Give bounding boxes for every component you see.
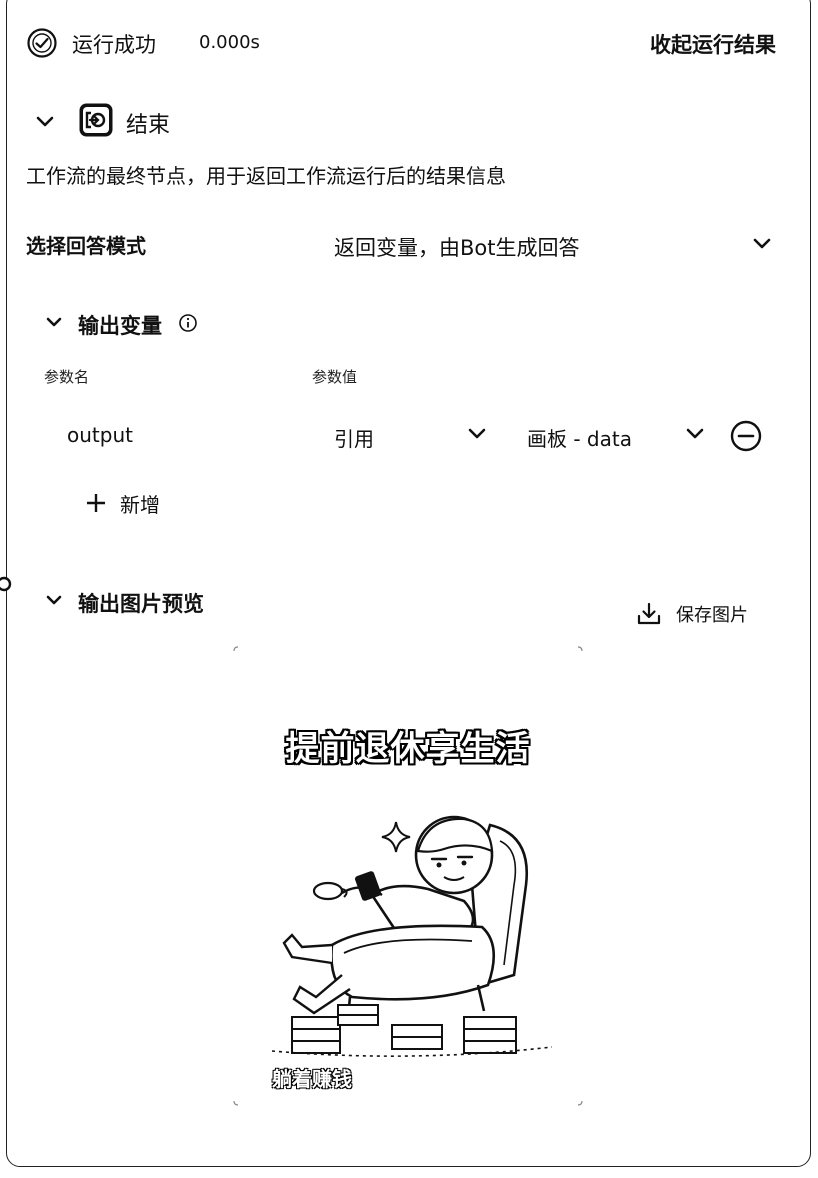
ref-type-chevron-icon[interactable]	[465, 423, 489, 445]
download-icon[interactable]	[636, 601, 662, 627]
success-check-icon	[27, 28, 57, 58]
col-header-name: 参数名	[44, 368, 90, 386]
param-name-input[interactable]: output	[67, 423, 133, 447]
col-header-value: 参数值	[312, 368, 358, 386]
end-node-icon	[79, 103, 113, 137]
node-description: 工作流的最终节点，用于返回工作流运行后的结果信息	[26, 164, 506, 188]
answer-mode-label: 选择回答模式	[26, 234, 146, 258]
output-vars-chevron-icon[interactable]	[43, 312, 65, 334]
preview-illustration	[233, 646, 583, 1106]
ref-value-chevron-icon[interactable]	[683, 423, 707, 445]
preview-chevron-icon[interactable]	[43, 590, 65, 612]
preview-image-title: 提前退休享生活	[285, 729, 531, 769]
node-title: 结束	[126, 113, 171, 138]
output-image-preview: 提前退休享生活 躺着赚钱	[232, 645, 584, 1107]
ref-type-select[interactable]: 引用	[334, 423, 374, 452]
info-icon[interactable]	[178, 313, 198, 333]
answer-mode-chevron-icon[interactable]	[750, 233, 774, 255]
preview-title: 输出图片预览	[78, 592, 204, 616]
remove-param-icon[interactable]	[729, 419, 763, 453]
ref-value-select[interactable]: 画板 - data	[527, 423, 632, 452]
connection-handle[interactable]	[0, 574, 14, 594]
run-status-text: 运行成功	[72, 33, 156, 57]
preview-image-caption: 躺着赚钱	[272, 1067, 352, 1091]
collapse-results-button[interactable]: 收起运行结果	[650, 29, 776, 59]
plus-icon[interactable]	[84, 491, 108, 515]
output-vars-title: 输出变量	[78, 314, 162, 338]
save-image-button[interactable]: 保存图片	[676, 601, 748, 627]
answer-mode-select[interactable]: 返回变量，由Bot生成回答	[334, 232, 580, 262]
run-time: 0.000s	[199, 32, 260, 53]
add-param-button[interactable]: 新增	[120, 489, 160, 518]
chevron-down-icon[interactable]	[33, 110, 57, 132]
